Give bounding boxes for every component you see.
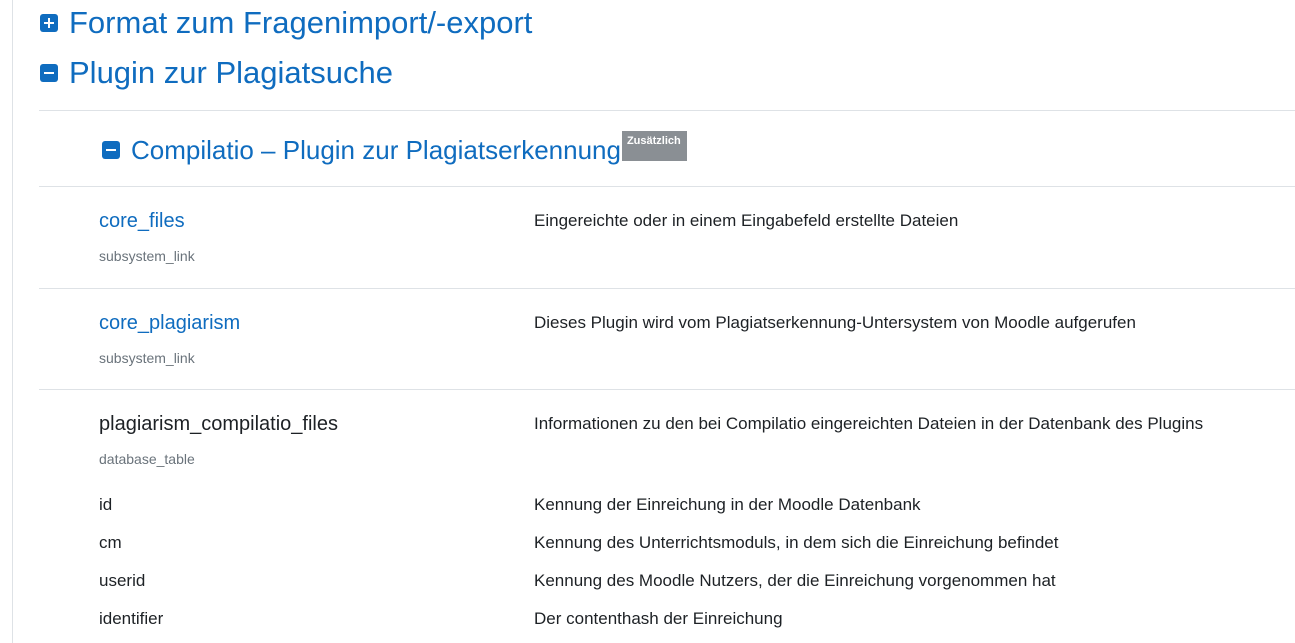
divider [39,186,1295,187]
divider [39,288,1295,289]
field-description: Kennung des Unterrichtsmoduls, in dem si… [534,533,1059,552]
item-description: Informationen zu den bei Compilatio eing… [534,414,1204,433]
item-type: subsystem_link [99,350,195,366]
field-name: identifier [99,609,164,628]
additional-badge: Zusätzlich [621,131,687,161]
collapse-minus-icon [40,64,58,82]
section-format-toggle[interactable]: Format zum Fragenimport/-export [40,2,532,44]
item-core-plagiarism-link[interactable]: core_plagiarism [99,312,240,335]
divider [39,110,1295,111]
item-description: Dieses Plugin wird vom Plagiatserkennung… [534,313,1136,332]
plugin-compilatio-toggle[interactable]: Compilatio – Plugin zur Plagiatserkennun… [102,131,687,169]
field-description: Kennung der Einreichung in der Moodle Da… [534,495,921,514]
field-name: cm [99,533,122,552]
section-plagiarism-toggle[interactable]: Plugin zur Plagiatsuche [40,52,393,94]
item-description: Eingereichte oder in einem Eingabefeld e… [534,211,959,230]
divider [39,389,1295,390]
left-border [12,0,13,643]
field-name: id [99,495,113,514]
plugin-compilatio-label: Compilatio – Plugin zur Plagiatserkennun… [131,134,621,165]
section-plagiarism-label: Plugin zur Plagiatsuche [69,55,393,90]
privacy-registry-page: Format zum Fragenimport/-export Plugin z… [0,0,1295,643]
expand-plus-icon [40,14,58,32]
field-description: Der contenthash der Einreichung [534,609,783,628]
collapse-minus-icon [102,141,120,159]
item-core-files-link[interactable]: core_files [99,210,185,233]
field-name: userid [99,571,146,590]
field-description: Kennung des Moodle Nutzers, der die Einr… [534,571,1056,590]
section-format-label: Format zum Fragenimport/-export [69,5,533,40]
item-table-name: plagiarism_compilatio_files [99,413,338,435]
item-type: database_table [99,451,195,467]
item-type: subsystem_link [99,248,195,264]
